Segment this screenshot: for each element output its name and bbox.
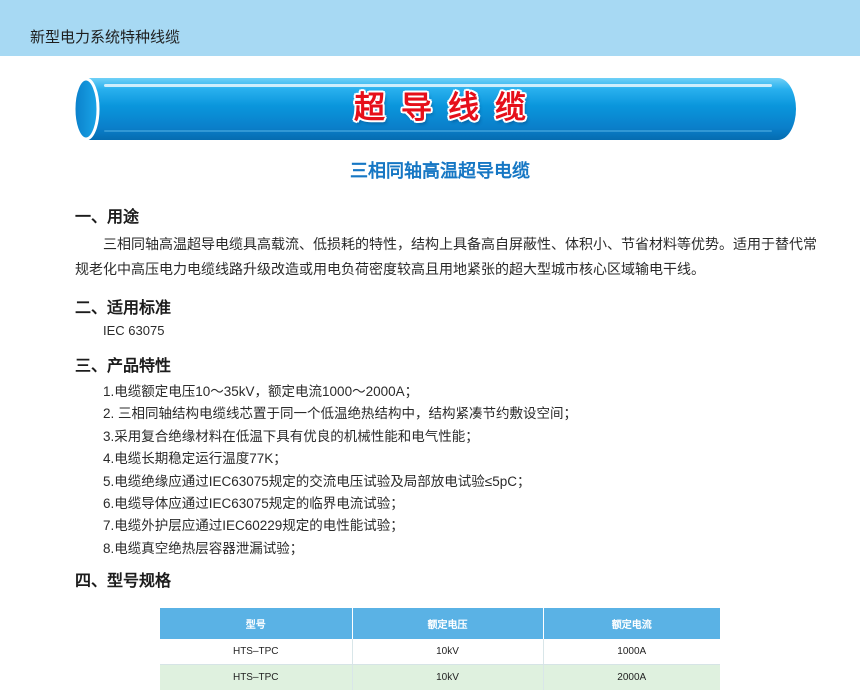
table-cell: HTS–TPC (160, 664, 353, 690)
table-cell: 1000A (543, 639, 720, 665)
list-item: 1.电缆额定电压10～35kV，额定电流1000～2000A； (103, 384, 419, 399)
table-cell: 10kV (352, 639, 544, 665)
list-item: 8.电缆真空绝热层容器泄漏试验； (103, 540, 304, 556)
list-item: 5.电缆绝缘应通过IEC63075规定的交流电压试验及局部放电试验≤5pC； (103, 473, 531, 489)
table-header-row: 型号 额定电压 额定电流 (160, 608, 720, 639)
column-header-model: 型号 (160, 608, 353, 639)
usage-paragraph: 三相同轴高温超导电缆具高载流、低损耗的特性，结构上具备高自屏蔽性、体积小、节省材… (75, 236, 817, 277)
spec-table: 型号 额定电压 额定电流 HTS–TPC 10kV 1000A HTS–TPC … (160, 608, 720, 690)
standard-text: IEC 63075 (103, 323, 165, 338)
section-heading-specs: 四、型号规格 (75, 573, 172, 590)
section-heading-usage: 一、用途 (75, 209, 140, 226)
section-heading-features: 三、产品特性 (75, 358, 172, 375)
list-item: 4.电缆长期稳定运行温度77K； (103, 451, 287, 467)
list-item: 6.电缆导体应通过IEC63075规定的临界电流试验； (103, 496, 404, 512)
feature-list: 1.电缆额定电压10～35kV，额定电流1000～2000A； 2. 三相同轴结… (103, 381, 577, 560)
header-title: 新型电力系统特种线缆 (30, 29, 181, 46)
list-item: 3.采用复合绝缘材料在低温下具有优良的机械性能和电气性能； (103, 428, 479, 444)
table-cell: 10kV (352, 664, 544, 690)
table-cell: 2000A (543, 664, 720, 690)
table-row: HTS–TPC 10kV 1000A (160, 639, 720, 665)
column-header-rated-voltage: 额定电压 (352, 608, 544, 639)
table-row: HTS–TPC 10kV 2000A (160, 664, 720, 690)
banner-title: 超导线缆 (354, 90, 542, 125)
column-header-rated-current: 额定电流 (543, 608, 720, 639)
section-heading-standard: 二、适用标准 (75, 300, 172, 317)
list-item: 7.电缆外护层应通过IEC60229规定的电性能试验； (103, 518, 404, 534)
list-item: 2. 三相同轴结构电缆线芯置于同一个低温绝热结构中，结构紧凑节约敷设空间； (103, 406, 578, 422)
table-cell: HTS–TPC (160, 639, 353, 665)
product-name: 三相同轴高温超导电缆 (350, 161, 530, 181)
